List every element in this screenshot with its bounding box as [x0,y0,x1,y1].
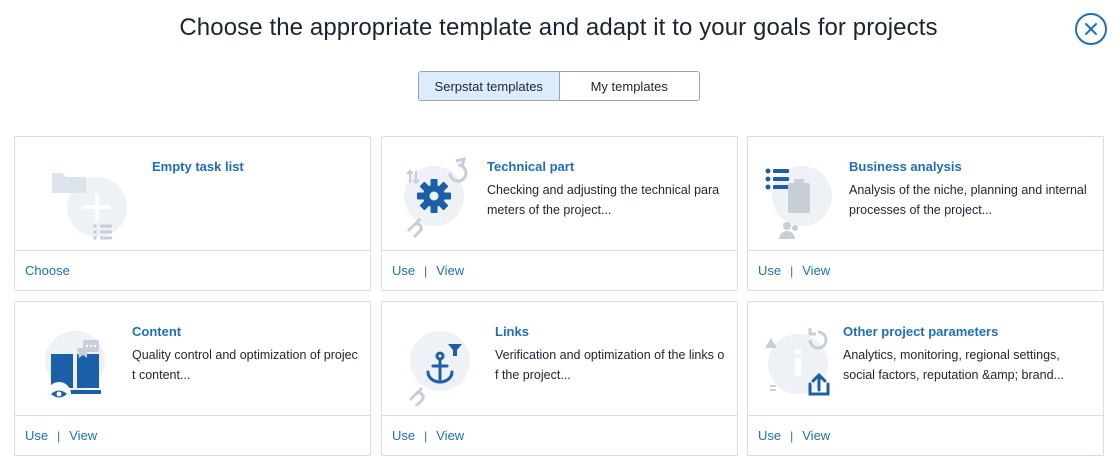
template-card-links: Links Verification and optimization of t… [381,301,738,456]
use-link[interactable]: Use [758,428,781,443]
page-title: Choose the appropriate template and adap… [179,14,938,41]
close-icon [1085,23,1097,35]
card-footer: Choose [15,250,370,290]
template-card-other-project-parameters: Other project parameters Analytics, moni… [747,301,1104,456]
card-title[interactable]: Links [495,324,529,339]
view-link[interactable]: View [436,263,464,278]
card-title[interactable]: Content [132,324,181,339]
template-card-business-analysis: Business analysis Analysis of the niche,… [747,136,1104,291]
card-footer: Use | View [15,415,370,455]
anchor-icon [408,331,470,406]
choose-link[interactable]: Choose [25,263,70,278]
card-description: Quality control and optimization of proj… [132,348,358,382]
close-button[interactable] [1075,13,1107,45]
card-title[interactable]: Empty task list [152,159,244,174]
view-link[interactable]: View [69,428,97,443]
view-link[interactable]: View [436,428,464,443]
book-icon [45,331,105,406]
view-link[interactable]: View [802,428,830,443]
use-link[interactable]: Use [758,263,781,278]
card-footer: Use | View [382,250,737,290]
template-card-empty-task-list: Empty task list Choose [14,136,371,291]
tab-serpstat-templates[interactable]: Serpstat templates [419,72,560,100]
template-card-content: Content Quality control and optimization… [14,301,371,456]
use-link[interactable]: Use [25,428,48,443]
clipboard-icon [765,166,832,239]
card-title[interactable]: Technical part [487,159,574,174]
card-footer: Use | View [382,415,737,455]
card-title[interactable]: Other project parameters [843,324,998,339]
card-description: Analysis of the niche, planning and inte… [849,183,1087,217]
card-title[interactable]: Business analysis [849,159,962,174]
info-icon [765,328,830,396]
tab-my-templates[interactable]: My templates [560,72,700,100]
empty-task-list-icon [52,173,127,240]
card-description: Analytics, monitoring, regional settings… [843,348,1064,382]
use-link[interactable]: Use [392,428,415,443]
use-link[interactable]: Use [392,263,415,278]
template-card-technical-part: Technical part Checking and adjusting th… [381,136,738,291]
card-footer: Use | View [748,415,1103,455]
card-footer: Use | View [748,250,1103,290]
view-link[interactable]: View [802,263,830,278]
card-description: Verification and optimization of the lin… [495,348,725,382]
gear-icon [404,156,468,239]
card-description: Checking and adjusting the technical par… [487,183,720,217]
template-tabs: Serpstat templates My templates [418,71,700,101]
